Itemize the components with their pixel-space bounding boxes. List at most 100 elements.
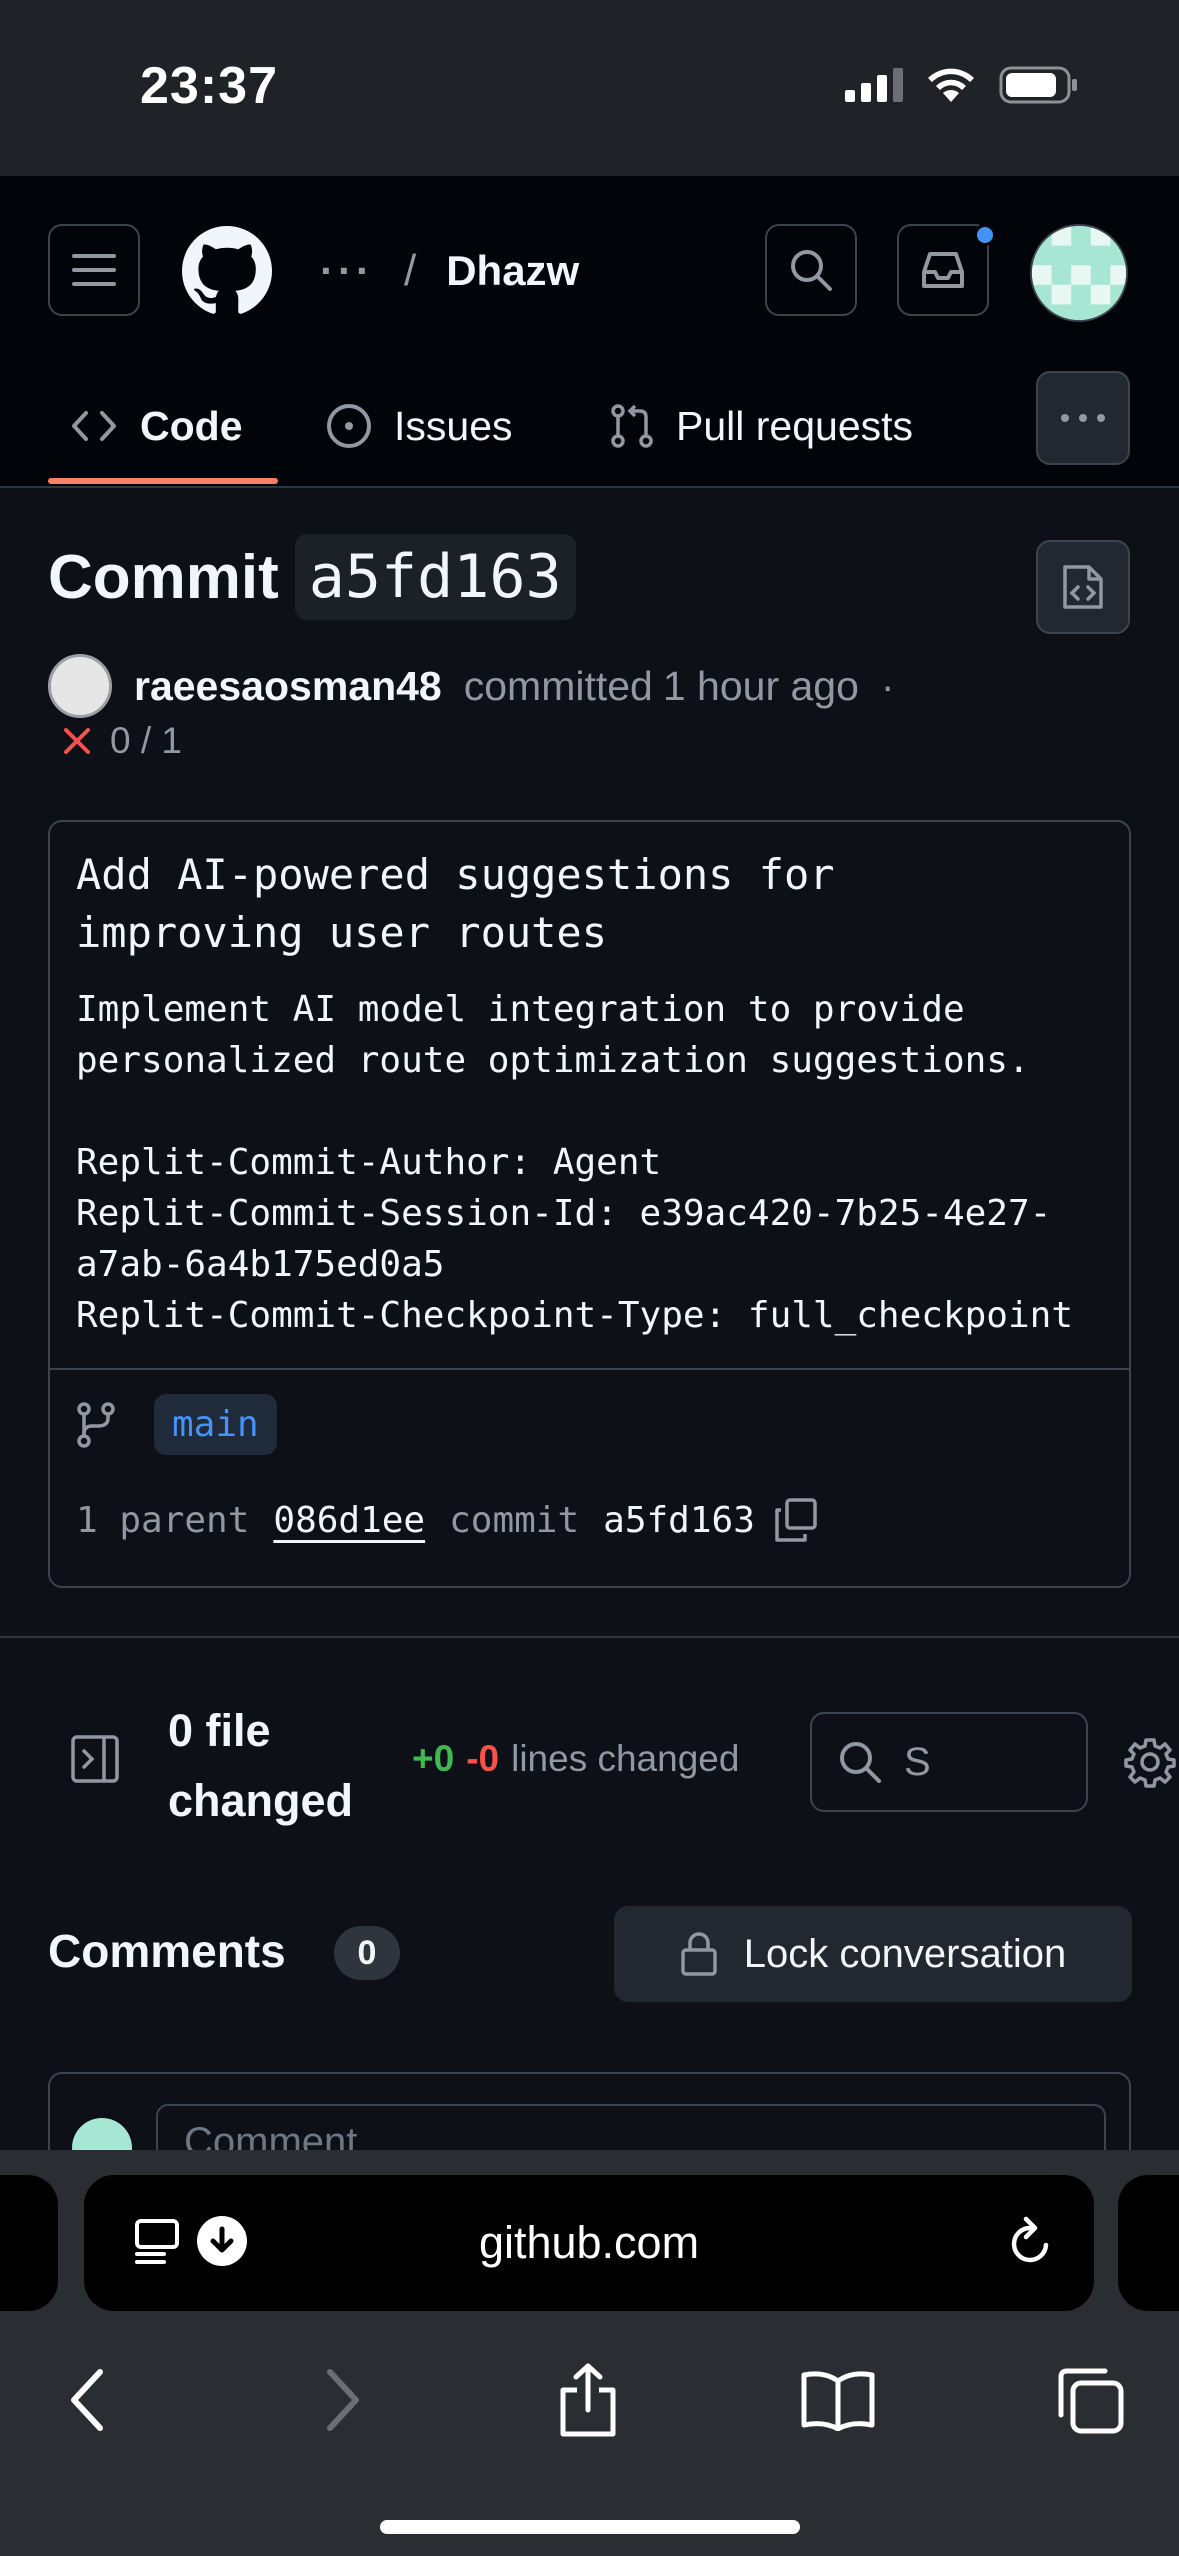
- copy-icon[interactable]: [771, 1496, 819, 1544]
- breadcrumb-ellipsis[interactable]: ···: [320, 247, 374, 295]
- checks-status[interactable]: 0 / 1: [62, 720, 182, 762]
- commit-time[interactable]: 1 hour ago: [663, 663, 859, 710]
- chevron-left-icon: [71, 2369, 103, 2431]
- issue-opened-icon: [327, 404, 371, 448]
- share-icon: [560, 2363, 616, 2437]
- parent-sha-link[interactable]: 086d1ee: [273, 1500, 425, 1541]
- tabs-button[interactable]: [1040, 2350, 1140, 2450]
- commit-label: commit: [449, 1499, 580, 1541]
- separator-dot: ·: [880, 662, 895, 709]
- additions-count: +0: [412, 1738, 455, 1779]
- bookmarks-button[interactable]: [788, 2350, 888, 2450]
- diff-settings-button[interactable]: [1124, 1736, 1176, 1793]
- checks-count: 0 / 1: [110, 720, 182, 761]
- branch-badge[interactable]: main: [154, 1394, 277, 1455]
- tab-pull-requests-label: Pull requests: [676, 402, 914, 449]
- book-icon: [801, 2371, 875, 2431]
- back-button[interactable]: [38, 2350, 138, 2450]
- commit-message-body: Implement AI model integration to provid…: [76, 989, 1073, 1336]
- download-icon: [197, 2216, 247, 2266]
- search-icon: [791, 250, 832, 291]
- repo-nav-tabs: Code Issues Pull requests: [0, 366, 1179, 488]
- active-tab-indicator: [48, 478, 278, 484]
- page-format-icon: [135, 2219, 179, 2264]
- file-filter-input[interactable]: S: [810, 1712, 1088, 1812]
- lock-icon: [681, 1932, 717, 1976]
- status-time: 23:37: [140, 57, 278, 115]
- forward-button[interactable]: [292, 2350, 392, 2450]
- inbox-icon: [922, 252, 964, 288]
- more-tabs-button[interactable]: [1036, 371, 1130, 465]
- reload-icon: [1011, 2216, 1049, 2263]
- browse-files-button[interactable]: [1036, 540, 1130, 634]
- breadcrumb-separator: /: [403, 246, 417, 295]
- commit-sha-title: a5fd163: [294, 534, 576, 620]
- parent-row: 1 parent 086d1ee commit a5fd163: [76, 1496, 819, 1544]
- git-branch-icon: [77, 1401, 115, 1448]
- parent-label: 1 parent: [76, 1499, 250, 1541]
- chevron-right-icon: [327, 2369, 359, 2431]
- github-logo[interactable]: [182, 226, 272, 321]
- reload-button[interactable]: [1006, 2215, 1056, 2274]
- tab-issues-label: Issues: [394, 402, 513, 449]
- page-menu-button[interactable]: [134, 2215, 248, 2267]
- page-title: Commit a5fd163: [48, 534, 576, 620]
- sidebar-expand-icon: [71, 1735, 119, 1783]
- lock-conversation-button[interactable]: Lock conversation: [614, 1906, 1132, 2002]
- file-tree-toggle[interactable]: [70, 1734, 120, 1789]
- github-mark-icon: [182, 226, 272, 314]
- browser-toolbar: github.com: [0, 2150, 1179, 2556]
- tab-issues[interactable]: Issues: [326, 366, 513, 486]
- hamburger-icon: [72, 254, 116, 286]
- cellular-signal-icon: [845, 68, 903, 102]
- status-icons: [845, 66, 1079, 104]
- home-indicator: [380, 2520, 800, 2534]
- next-tab-preview[interactable]: [1118, 2175, 1179, 2311]
- wifi-icon: [928, 68, 974, 102]
- comments-count-badge: 0: [334, 1926, 400, 1980]
- lines-changed-label: lines changed: [511, 1738, 740, 1779]
- search-icon: [840, 1742, 881, 1783]
- commit-message-box: Add AI-powered suggestions for improving…: [48, 820, 1131, 1588]
- notification-indicator: [974, 224, 996, 246]
- tabs-icon: [1058, 2368, 1124, 2434]
- tab-pull-requests[interactable]: Pull requests: [610, 366, 913, 486]
- previous-tab-preview[interactable]: [0, 2175, 58, 2311]
- git-pull-request-icon: [611, 404, 653, 448]
- repo-name-link[interactable]: Dhazw: [446, 247, 579, 295]
- commit-sha: a5fd163: [603, 1499, 755, 1541]
- branch-row: main: [76, 1394, 277, 1455]
- tab-code[interactable]: Code: [70, 366, 243, 486]
- battery-icon: [999, 66, 1077, 104]
- x-icon: [64, 728, 90, 754]
- gear-icon: [1124, 1738, 1176, 1788]
- author-avatar[interactable]: [48, 654, 112, 718]
- share-button[interactable]: [538, 2350, 638, 2450]
- code-icon: [72, 411, 116, 441]
- url-text: github.com: [478, 2217, 700, 2268]
- status-bar: 23:37: [0, 0, 1179, 176]
- search-button[interactable]: [765, 224, 857, 316]
- file-code-icon: [1063, 565, 1103, 609]
- lines-changed-summary: +0 -0 lines changed: [412, 1738, 739, 1780]
- identicon-icon: [1032, 226, 1126, 320]
- commit-message-headline: Add AI-powered suggestions for improving…: [76, 850, 835, 957]
- comments-header: Comments 0 Lock conversation: [48, 1906, 1132, 2002]
- file-filter-value: S: [904, 1739, 931, 1784]
- commit-author-line: raeesaosman48 committed 1 hour ago ·: [48, 654, 895, 718]
- commit-title-word: Commit: [48, 542, 279, 612]
- commit-action: committed: [463, 662, 653, 709]
- files-changed-toolbar: 0 file changed +0 -0 lines changed S: [0, 1690, 1179, 1840]
- lock-conversation-label: Lock conversation: [743, 1931, 1067, 1976]
- tab-code-label: Code: [140, 402, 243, 449]
- deletions-count: -0: [466, 1738, 500, 1779]
- comments-title: Comments: [48, 1925, 286, 1977]
- kebab-horizontal-icon: [1061, 414, 1105, 422]
- author-name-link[interactable]: raeesaosman48: [134, 663, 442, 710]
- files-changed-count: 0 file changed: [168, 1705, 354, 1826]
- menu-button[interactable]: [48, 224, 140, 316]
- github-header: ··· / Dhazw Code Issues Pull requests: [0, 176, 1179, 488]
- user-avatar[interactable]: [1030, 224, 1128, 322]
- address-bar[interactable]: github.com: [84, 2175, 1094, 2311]
- section-divider: [0, 1636, 1179, 1638]
